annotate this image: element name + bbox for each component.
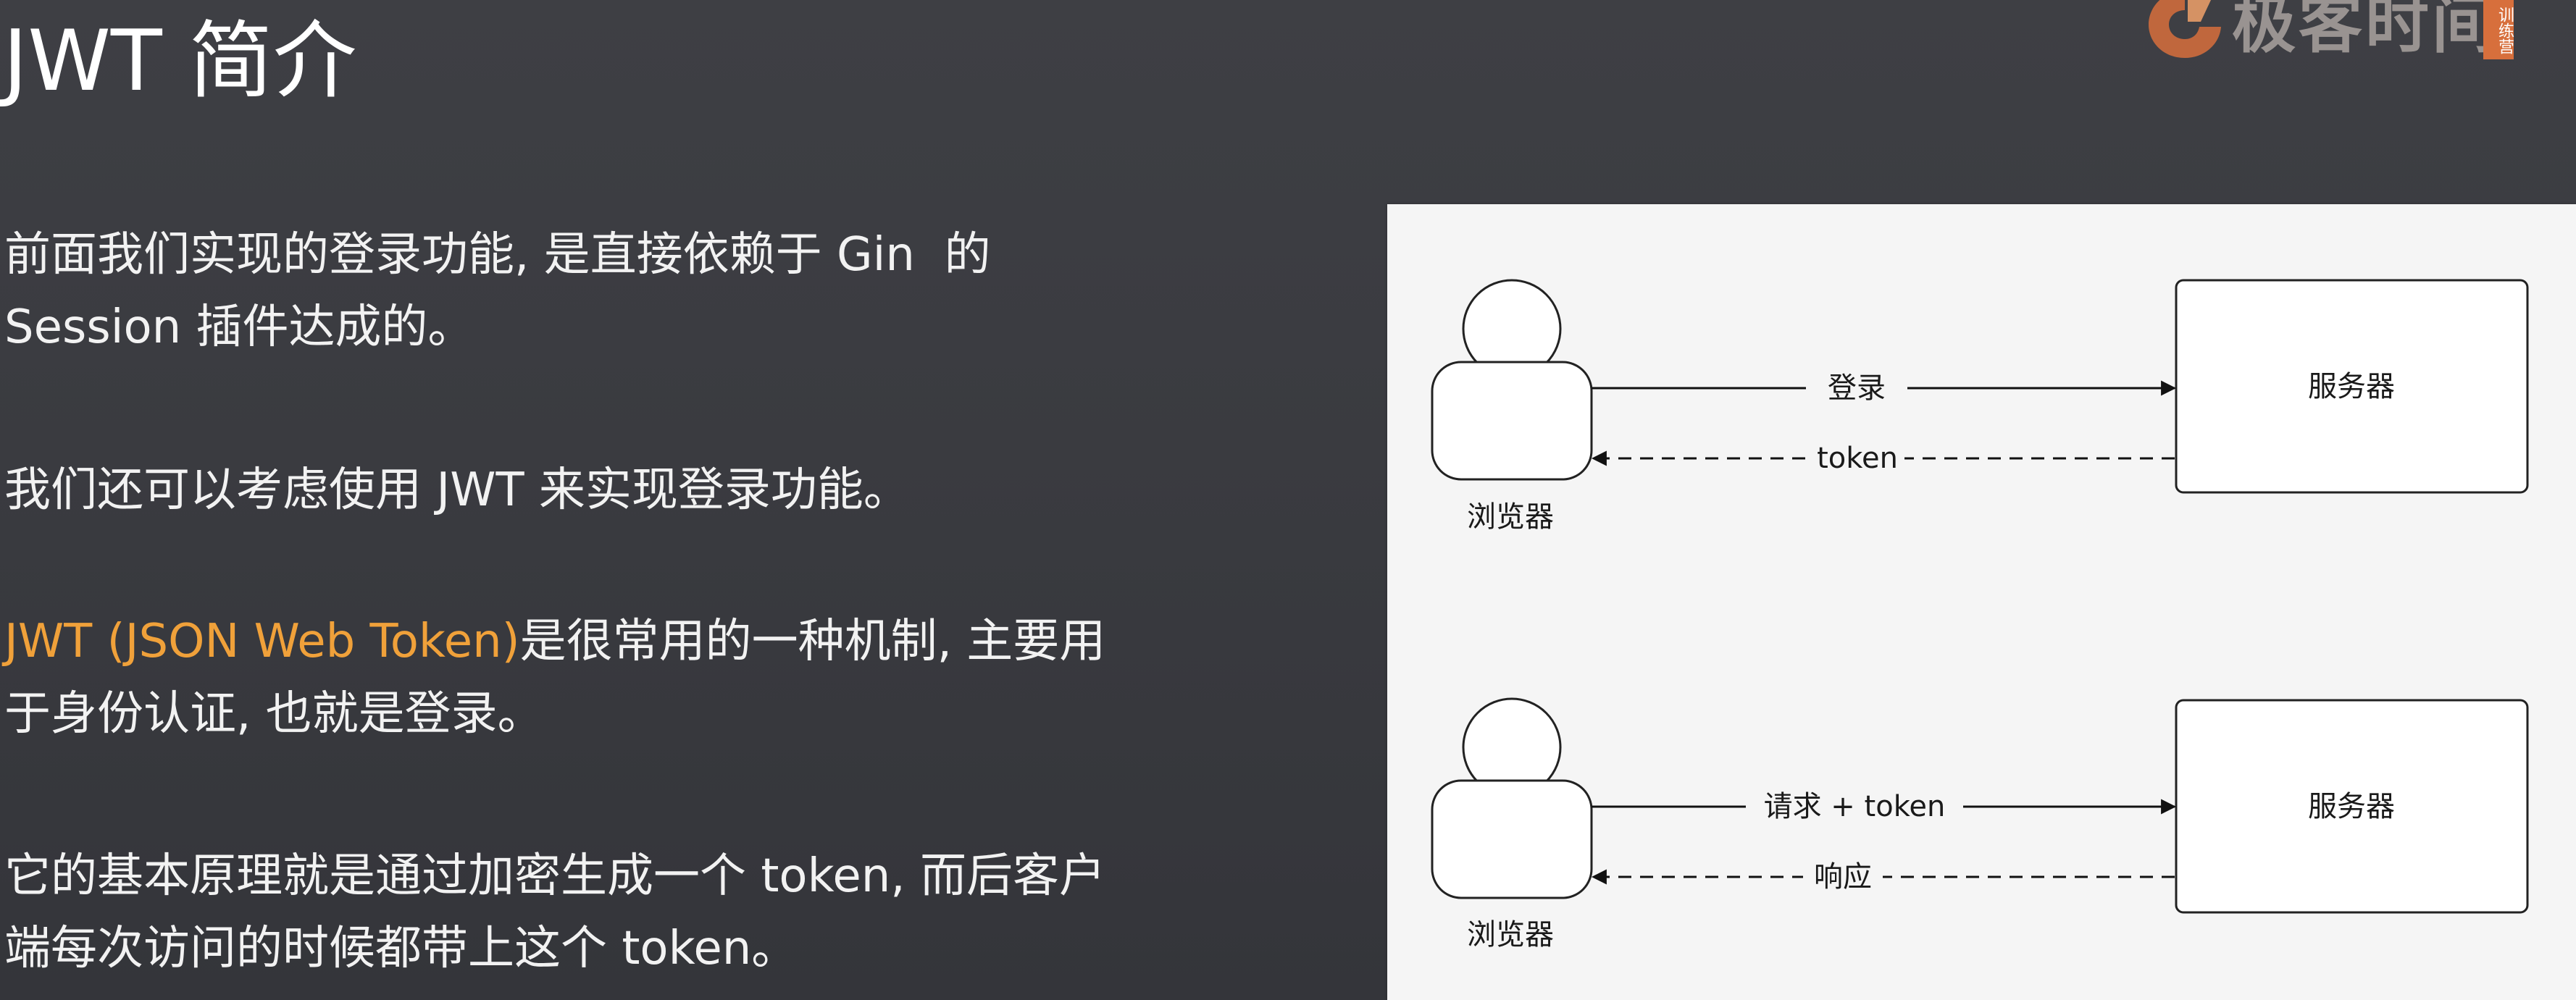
paragraph1-line1: 前面我们实现的登录功能, 是直接依赖于 Gin 的 bbox=[4, 228, 991, 282]
brand-name: 极客时间 bbox=[2232, 0, 2499, 62]
bottom-request-label: 请求 + token bbox=[1764, 790, 1946, 823]
paragraph3-line2: 于身份认证, 也就是登录。 bbox=[4, 687, 544, 741]
top-server-label: 服务器 bbox=[2308, 370, 2395, 403]
brand-badge: 训练营 bbox=[2483, 0, 2514, 59]
paragraph2-text: 我们还可以考虑使用 JWT 来实现登录功能。 bbox=[4, 463, 910, 517]
paragraph-jwt-principle: 它的基本原理就是通过加密生成一个 token, 而后客户 端每次访问的时候都带上… bbox=[4, 840, 1105, 985]
top-response-label: token bbox=[1817, 442, 1898, 475]
paragraph3-line1-rest: 是很常用的一种机制, 主要用 bbox=[519, 615, 1106, 668]
top-client-label: 浏览器 bbox=[1467, 500, 1554, 534]
slide-title: JWT 简介 bbox=[3, 12, 357, 110]
paragraph4-line2: 端每次访问的时候都带上这个 token。 bbox=[4, 922, 798, 975]
geektime-logo-icon bbox=[2149, 0, 2221, 58]
paragraph-jwt-option: 我们还可以考虑使用 JWT 来实现登录功能。 bbox=[4, 454, 910, 526]
top-flow: 浏览器 服务器 登录 token bbox=[1431, 279, 2529, 534]
jwt-flow-diagram-svg: 浏览器 服务器 登录 token 浏览器 服务器 请求 + token 响应 bbox=[1431, 279, 2529, 951]
paragraph-jwt-definition: JWT (JSON Web Token)是很常用的一种机制, 主要用 于身份认证… bbox=[4, 605, 1105, 750]
top-request-label: 登录 bbox=[1828, 371, 1886, 405]
bottom-response-label: 响应 bbox=[1814, 860, 1872, 894]
browser-user-icon bbox=[1431, 279, 1593, 481]
brand-logo-area: 极客时间 训练营 bbox=[2141, 0, 2576, 62]
jwt-highlight-term: JWT (JSON Web Token) bbox=[4, 615, 520, 668]
jwt-flow-diagram: 浏览器 服务器 登录 token 浏览器 服务器 请求 + token 响应 bbox=[1387, 204, 2576, 1000]
bottom-server-label: 服务器 bbox=[2308, 790, 2395, 823]
bottom-flow: 浏览器 服务器 请求 + token 响应 bbox=[1431, 697, 2529, 951]
paragraph-session-login: 前面我们实现的登录功能, 是直接依赖于 Gin 的 Session 插件达成的。 bbox=[4, 219, 991, 364]
paragraph4-line1: 它的基本原理就是通过加密生成一个 token, 而后客户 bbox=[4, 849, 1105, 903]
paragraph1-line2: Session 插件达成的。 bbox=[4, 301, 474, 354]
bottom-client-label: 浏览器 bbox=[1467, 918, 1554, 951]
browser-user-icon bbox=[1431, 697, 1593, 899]
